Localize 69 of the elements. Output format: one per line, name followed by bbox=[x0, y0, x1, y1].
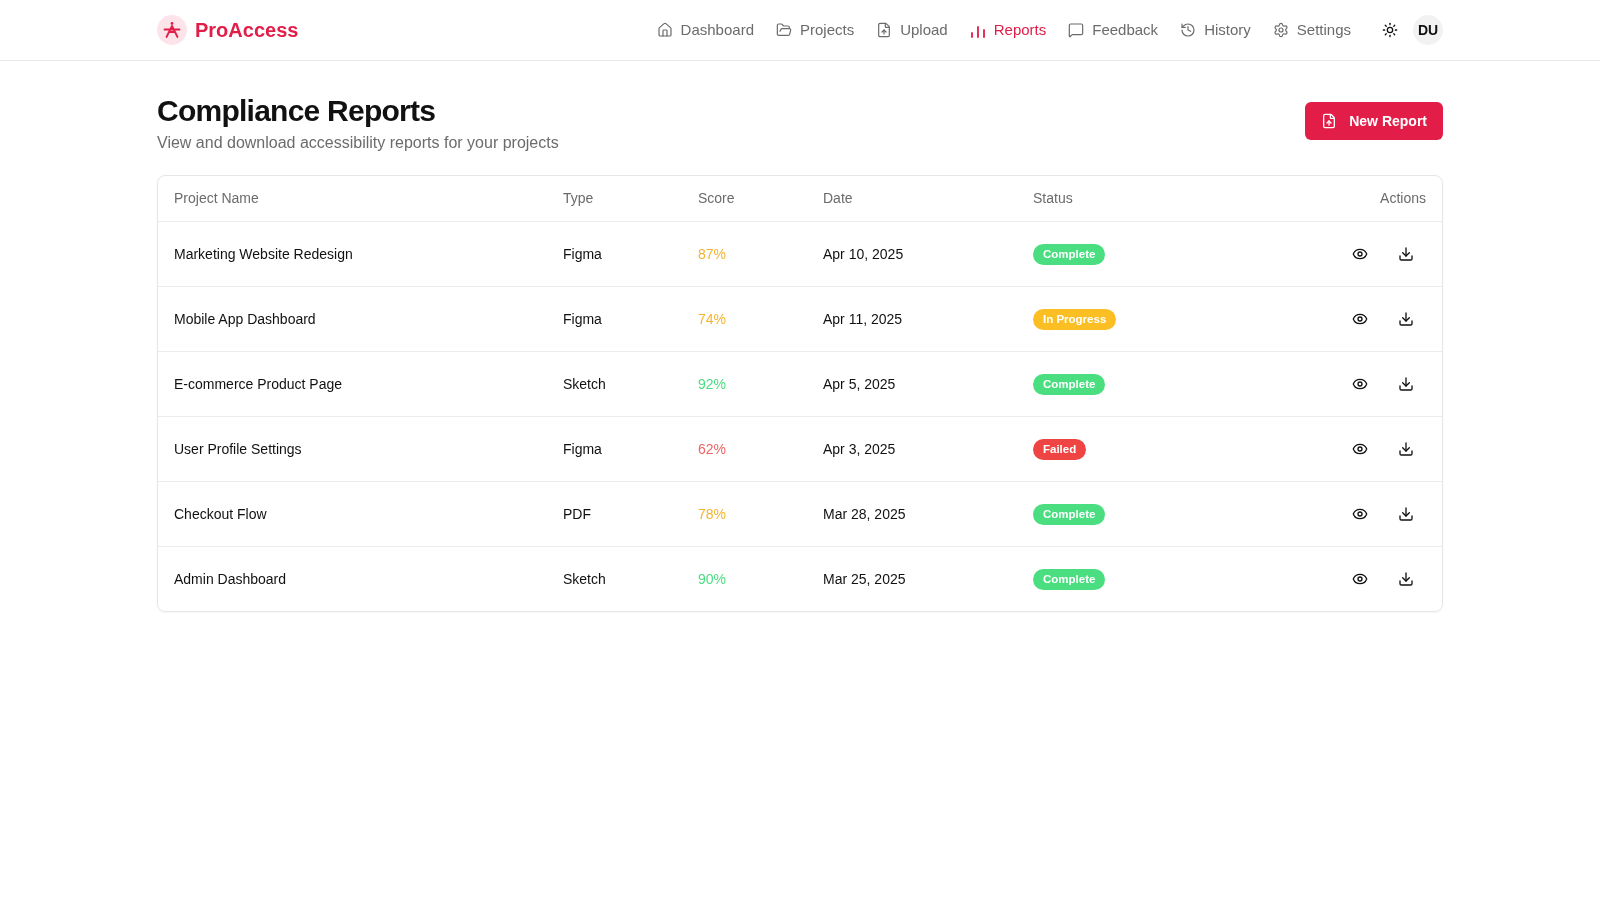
date-cell-text: Mar 25, 2025 bbox=[823, 569, 906, 589]
project-name: E-commerce Product Page bbox=[174, 374, 343, 394]
project-name: Mobile App Dashboard bbox=[174, 309, 316, 329]
folder-icon bbox=[776, 22, 792, 38]
project-name: User Profile Settings bbox=[174, 439, 302, 459]
eye-icon bbox=[1352, 376, 1368, 392]
column-header: Project Name bbox=[174, 189, 259, 208]
brand-name: ProAccess bbox=[195, 18, 299, 43]
status-badge: Complete bbox=[1033, 503, 1106, 525]
download-icon bbox=[1398, 246, 1414, 262]
score-value: 87% bbox=[698, 244, 727, 264]
nav-link[interactable]: Projects bbox=[776, 18, 855, 42]
sun-icon bbox=[1382, 22, 1398, 38]
status-badge: Complete bbox=[1033, 243, 1106, 265]
eye-icon bbox=[1352, 246, 1368, 262]
history-icon bbox=[1180, 22, 1197, 38]
project-name: Admin Dashboard bbox=[174, 569, 287, 589]
download-icon bbox=[1398, 506, 1414, 522]
user-avatar[interactable]: DU bbox=[1413, 15, 1443, 45]
eye-icon bbox=[1352, 311, 1368, 327]
logo-icon bbox=[157, 15, 187, 45]
type-cell-text: Figma bbox=[563, 439, 602, 459]
status-badge: Failed bbox=[1033, 438, 1087, 460]
download-icon bbox=[1398, 311, 1414, 327]
score-value: 92% bbox=[698, 374, 727, 394]
date-cell-text: Apr 10, 2025 bbox=[823, 244, 904, 264]
speech-bubble-icon bbox=[1068, 22, 1085, 38]
type-cell-text: Figma bbox=[563, 309, 602, 329]
nav-link[interactable]: Feedback bbox=[1068, 18, 1159, 42]
date-cell-text: Apr 5, 2025 bbox=[823, 374, 896, 394]
status-badge: Complete bbox=[1033, 568, 1106, 590]
eye-icon bbox=[1352, 571, 1368, 587]
page-title: Compliance Reports bbox=[157, 93, 437, 129]
date-cell-text: Apr 11, 2025 bbox=[823, 309, 903, 329]
nav-link[interactable]: Settings bbox=[1272, 18, 1351, 42]
type-cell-text: Sketch bbox=[563, 569, 606, 589]
nav-link[interactable]: History bbox=[1180, 18, 1251, 42]
score-value: 78% bbox=[698, 504, 727, 524]
score-value: 90% bbox=[698, 569, 727, 589]
download-icon bbox=[1398, 376, 1414, 392]
status-badge: Complete bbox=[1033, 373, 1106, 395]
file-upload-icon bbox=[876, 22, 893, 38]
eye-icon bbox=[1352, 506, 1368, 522]
column-header: Date bbox=[823, 189, 853, 208]
type-cell-text: Figma bbox=[563, 244, 602, 264]
type-cell-text: Sketch bbox=[563, 374, 606, 394]
column-header: Score bbox=[698, 189, 735, 208]
file-upload-icon bbox=[1321, 113, 1338, 129]
home-icon bbox=[656, 22, 673, 38]
settings-icon bbox=[1272, 22, 1289, 38]
download-icon bbox=[1398, 441, 1414, 457]
date-cell-text: Apr 3, 2025 bbox=[823, 439, 896, 459]
column-header: Actions bbox=[1380, 189, 1426, 208]
page-subtitle: View and download accessibility reports for your projects bbox=[157, 133, 559, 153]
nav-link[interactable]: Dashboard bbox=[656, 18, 754, 42]
download-icon bbox=[1398, 571, 1414, 587]
project-name: Checkout Flow bbox=[174, 504, 267, 524]
score-value: 74% bbox=[698, 309, 727, 329]
score-value: 62% bbox=[698, 439, 727, 459]
project-name: Marketing Website Redesign bbox=[174, 244, 353, 264]
date-cell-text: Mar 28, 2025 bbox=[823, 504, 906, 524]
type-cell-text: PDF bbox=[563, 504, 591, 524]
nav-link[interactable]: Reports bbox=[969, 18, 1047, 42]
status-badge: In Progress bbox=[1033, 308, 1117, 330]
eye-icon bbox=[1352, 441, 1368, 457]
nav-link[interactable]: Upload bbox=[876, 18, 948, 42]
column-header: Type bbox=[563, 189, 594, 208]
new-report-button[interactable]: New Report bbox=[1305, 102, 1443, 140]
column-header: Status bbox=[1033, 189, 1073, 208]
